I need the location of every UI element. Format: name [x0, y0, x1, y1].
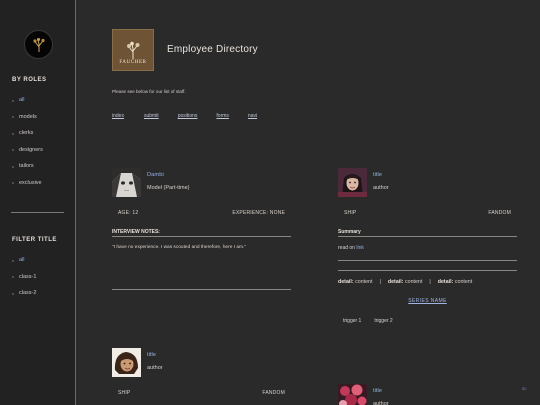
sidebar: BY ROLES all models clerks designers tai…	[0, 0, 76, 405]
sidebar-divider	[11, 212, 64, 213]
nav-link-forms[interactable]: forms	[216, 113, 229, 119]
employee-card: title author	[338, 384, 517, 405]
read-on-line: read on link	[338, 245, 364, 251]
brand-logo: FAUCHER	[112, 29, 154, 71]
nav-link-navi[interactable]: navi	[248, 113, 257, 119]
scroll-top-icon[interactable]: sc	[522, 386, 527, 391]
stat-row: SHIP FANDOM	[112, 390, 291, 396]
nav-link-positions[interactable]: positions	[178, 113, 198, 119]
age-stat: AGE: 12	[118, 210, 139, 216]
trigger-tag[interactable]: trigger 2	[374, 318, 392, 324]
tree-icon	[127, 41, 140, 59]
detail-value: content	[454, 279, 473, 285]
details-row: detail: content | detail: content | deta…	[338, 279, 472, 285]
stat-row: SHIP FANDOM	[338, 210, 517, 216]
card-name[interactable]: title	[373, 172, 382, 178]
card-role: author	[373, 401, 389, 405]
trigger-tags: trigger 1 trigger 2	[343, 318, 393, 324]
top-nav: index submit positions forms navi	[112, 113, 257, 119]
filter-item-class-2[interactable]: class-2	[12, 290, 36, 307]
ship-stat: SHIP	[344, 210, 357, 216]
nav-link-submit[interactable]: submit	[144, 113, 159, 119]
read-on-text: read on	[338, 245, 355, 251]
page-title: Employee Directory	[167, 44, 258, 55]
filter-item-all[interactable]: all	[12, 257, 36, 274]
interview-notes-heading: INTERVIEW NOTES:	[112, 229, 160, 235]
role-item-exclusive[interactable]: exclusive	[12, 180, 43, 197]
employee-card: title author SHIP FANDOM	[112, 348, 291, 405]
tree-icon	[32, 37, 45, 52]
read-on-link[interactable]: link	[356, 245, 364, 251]
nav-link-index[interactable]: index	[112, 113, 124, 119]
card-name[interactable]: Dambi	[147, 172, 164, 178]
detail-separator: |	[379, 279, 381, 285]
main-content: FAUCHER Employee Directory Please see be…	[77, 0, 540, 405]
bullet-icon	[12, 149, 14, 151]
avatar	[338, 168, 367, 197]
fandom-stat: FANDOM	[488, 210, 511, 216]
card-role: author	[373, 185, 389, 191]
card-role: Model (Part-time)	[147, 185, 190, 191]
site-logo[interactable]	[24, 30, 53, 59]
card-name[interactable]: title	[373, 388, 382, 394]
detail-separator: |	[429, 279, 431, 285]
interview-quote: "I have no experience. I was scouted and…	[112, 245, 247, 250]
employee-card: Dambi Model (Part-time) AGE: 12 EXPERIEN…	[112, 168, 291, 293]
bullet-icon	[12, 276, 14, 278]
fandom-stat: FANDOM	[262, 390, 285, 396]
bullet-icon	[12, 116, 14, 118]
experience-stat: EXPERIENCE: NONE	[232, 210, 285, 216]
role-item-tailors[interactable]: tailors	[12, 163, 43, 180]
divider	[338, 270, 517, 271]
filter-list: all class-1 class-2	[12, 257, 36, 307]
trigger-tag[interactable]: trigger 1	[343, 318, 361, 324]
bullet-icon	[12, 259, 14, 262]
filter-heading: FILTER TITLE	[12, 237, 57, 243]
divider	[112, 289, 291, 290]
bullet-icon	[12, 132, 14, 135]
divider	[338, 260, 517, 261]
bullet-icon	[12, 165, 14, 168]
bullet-icon	[12, 99, 14, 102]
stat-row: AGE: 12 EXPERIENCE: NONE	[112, 210, 291, 216]
detail-label: detail:	[387, 279, 404, 285]
divider	[338, 236, 517, 237]
brand-logo-text: FAUCHER	[119, 60, 147, 65]
filter-item-class-1[interactable]: class-1	[12, 274, 36, 291]
role-item-all[interactable]: all	[12, 97, 43, 114]
avatar	[112, 348, 141, 377]
summary-heading: Summary	[338, 229, 361, 235]
detail-label: detail:	[437, 279, 454, 285]
roles-list: all models clerks designers tailors excl…	[12, 97, 43, 196]
detail-value: content	[355, 279, 373, 285]
bullet-icon	[12, 182, 14, 184]
intro-text: Please see below for our list of staff.	[112, 89, 186, 94]
card-name[interactable]: title	[147, 352, 156, 358]
role-item-clerks[interactable]: clerks	[12, 130, 43, 147]
role-item-designers[interactable]: designers	[12, 147, 43, 164]
ship-stat: SHIP	[118, 390, 131, 396]
detail-label: detail:	[338, 279, 354, 285]
role-item-models[interactable]: models	[12, 114, 43, 131]
divider	[112, 236, 291, 237]
employee-card: title author SHIP FANDOM Summary read on…	[338, 168, 517, 333]
roles-heading: BY ROLES	[12, 77, 47, 83]
avatar	[112, 168, 141, 197]
avatar	[338, 384, 367, 405]
card-role: author	[147, 365, 163, 371]
detail-value: content	[404, 279, 423, 285]
bullet-icon	[12, 292, 14, 295]
series-name-link[interactable]: SERIES NAME	[338, 298, 517, 304]
